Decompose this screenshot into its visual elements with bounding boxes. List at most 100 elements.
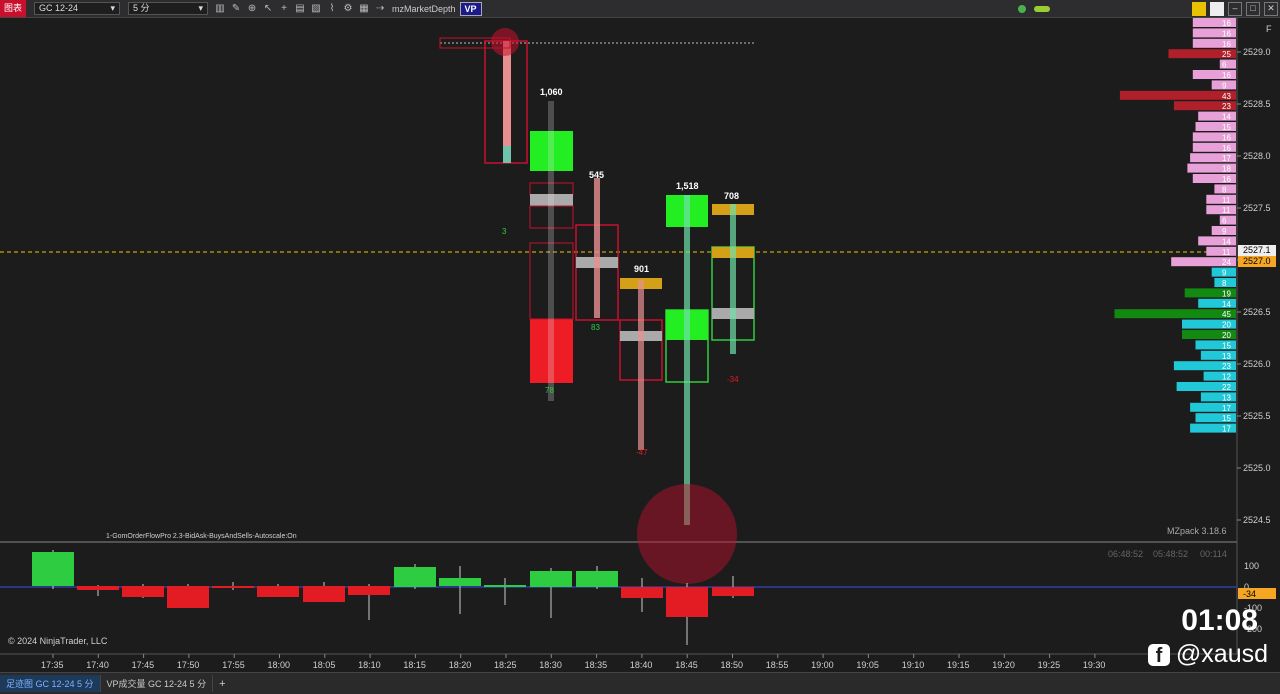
volume-profile-value: 13 <box>1222 393 1231 402</box>
price-tick-label: 2524.5 <box>1243 515 1271 525</box>
data-box-icon[interactable]: ▧ <box>310 3 322 15</box>
delta-candle-body <box>530 571 572 587</box>
chart-toolbar: 图表 GC 12-24 ▾ 5 分 ▾ ▥ ✎ ⊕ ↖ + ▤ ▧ ⌇ ⚙ ▦ … <box>0 0 1280 18</box>
yellow-square-icon[interactable] <box>1192 1 1206 16</box>
time-tick-label: 18:00 <box>268 660 291 670</box>
vp-button[interactable]: VP <box>459 1 482 16</box>
price-axis[interactable]: 2529.0 2528.5 2528.0 2527.5 2527.0 2526.5 2526… <box>1237 47 1271 525</box>
cumulative-delta-panel <box>32 550 754 645</box>
add-tab-icon[interactable]: + <box>213 678 231 690</box>
volume-profile-value: 16 <box>1222 71 1231 80</box>
volume-profile-bar <box>1119 90 1236 100</box>
delta-candle-body <box>439 578 481 586</box>
indicator-name[interactable]: mzMarketDepth <box>392 4 456 14</box>
lower-current-value: -34 <box>1243 589 1256 599</box>
volume-profile-value: 15 <box>1222 414 1231 423</box>
footprint-candle-body <box>503 146 511 163</box>
volume-profile: 1616162561694323141516161718168111169141… <box>1114 18 1236 434</box>
footprint-candle-body <box>684 195 690 525</box>
white-square-icon[interactable] <box>1210 1 1224 16</box>
delta-candle-body <box>712 587 754 596</box>
maximize-icon[interactable]: □ <box>1246 1 1260 16</box>
chart-area[interactable]: 2529.0 2528.5 2528.0 2527.5 2527.0 2526.5 2526… <box>0 18 1280 672</box>
volume-profile-value: 43 <box>1222 92 1231 101</box>
volume-profile-value: 16 <box>1222 19 1231 28</box>
volume-profile-value: 19 <box>1222 289 1231 298</box>
templates-icon[interactable]: ▦ <box>358 3 370 15</box>
interval-value: 5 分 <box>133 3 150 13</box>
volume-profile-value: 14 <box>1222 113 1231 122</box>
footprint-chart <box>439 28 755 584</box>
time-tick-label: 18:55 <box>766 660 789 670</box>
footprint-candle-body <box>730 204 736 354</box>
timestamp-label: 05:48:52 <box>1153 549 1188 559</box>
time-tick-label: 18:40 <box>630 660 653 670</box>
interval-selector[interactable]: 5 分 ▾ <box>128 2 209 15</box>
bar-total-volume: 1,518 <box>676 181 699 191</box>
chart-menu-label[interactable]: 图表 <box>0 0 27 17</box>
chevron-down-icon: ▾ <box>110 3 116 13</box>
time-tick-label: 17:40 <box>86 660 109 670</box>
status-toggle-icon[interactable] <box>1034 5 1050 12</box>
price-tick-label: 2526.0 <box>1243 359 1271 369</box>
footprint-candle-body <box>638 280 644 450</box>
strategies-icon[interactable]: ⚙ <box>342 3 354 15</box>
time-tick-label: 18:25 <box>494 660 517 670</box>
time-tick-label: 19:15 <box>947 660 970 670</box>
bar-delta: 83 <box>591 323 600 332</box>
bar-chart-icon[interactable]: ▥ <box>214 3 226 15</box>
clock-overlay: 01:08 <box>1181 604 1258 637</box>
tab-vp-volume[interactable]: VP成交量 GC 12-24 5 分 <box>101 675 214 692</box>
social-handle: f @xausd <box>1147 640 1268 669</box>
crosshair-icon[interactable]: + <box>278 3 290 15</box>
link-icon[interactable]: ⇢ <box>374 3 386 15</box>
time-tick-label: 17:45 <box>132 660 155 670</box>
time-tick-label: 18:35 <box>585 660 608 670</box>
volume-profile-bar <box>1203 371 1236 381</box>
delta-candle-body <box>167 586 209 608</box>
delta-candle-body <box>348 586 390 595</box>
properties-icon[interactable]: ▤ <box>294 3 306 15</box>
time-tick-label: 19:05 <box>856 660 879 670</box>
zoom-icon[interactable]: ⊕ <box>246 3 258 15</box>
handle-text: @xausd <box>1175 640 1268 668</box>
footprint-candle-wick <box>548 101 554 401</box>
delta-candle-body <box>576 571 618 587</box>
current-price-label: 2527.1 <box>1243 245 1271 255</box>
instrument-value: GC 12-24 <box>39 3 79 13</box>
volume-profile-value: 8 <box>1222 185 1227 194</box>
footprint-candle-body <box>503 41 511 163</box>
volume-profile-value: 6 <box>1222 61 1227 70</box>
volume-profile-value: 16 <box>1222 175 1231 184</box>
volume-profile-value: 18 <box>1222 165 1231 174</box>
time-tick-label: 18:50 <box>721 660 744 670</box>
drawing-tools-icon[interactable]: ✎ <box>230 3 242 15</box>
pointer-icon[interactable]: ↖ <box>262 3 274 15</box>
copyright-label: © 2024 NinjaTrader, LLC <box>8 636 108 646</box>
volume-profile-value: 23 <box>1222 102 1231 111</box>
volume-profile-value: 9 <box>1222 227 1227 236</box>
volume-profile-value: 9 <box>1222 81 1227 90</box>
indicators-icon[interactable]: ⌇ <box>326 3 338 15</box>
volume-profile-value: 16 <box>1222 29 1231 38</box>
time-tick-label: 17:55 <box>222 660 245 670</box>
bar-delta: -34 <box>727 375 739 384</box>
bar-delta: 78 <box>545 386 554 395</box>
close-icon[interactable]: ✕ <box>1264 1 1278 16</box>
tab-footprint[interactable]: 足迹图 GC 12-24 5 分 <box>0 675 101 692</box>
volume-profile-value: 25 <box>1222 50 1231 59</box>
volume-profile-value: 16 <box>1222 133 1231 142</box>
price-tick-label: 2526.5 <box>1243 307 1271 317</box>
minimize-icon[interactable]: – <box>1228 1 1242 16</box>
price-tick-label: 2525.0 <box>1243 463 1271 473</box>
volume-profile-value: 15 <box>1222 123 1231 132</box>
time-tick-label: 18:30 <box>539 660 562 670</box>
time-axis[interactable]: 17:35 17:40 17:45 17:50 17:55 18:00 18:05 18:10… <box>41 654 1105 670</box>
footprint-candle-body <box>594 178 600 318</box>
current-price-alt-label: 2527.0 <box>1243 256 1271 266</box>
price-tick-label: 2529.0 <box>1243 47 1271 57</box>
volume-profile-value: 23 <box>1222 362 1231 371</box>
delta-candle-body <box>32 552 74 586</box>
instrument-selector[interactable]: GC 12-24 ▾ <box>34 2 121 15</box>
lower-axis-label: 100 <box>1244 561 1259 571</box>
